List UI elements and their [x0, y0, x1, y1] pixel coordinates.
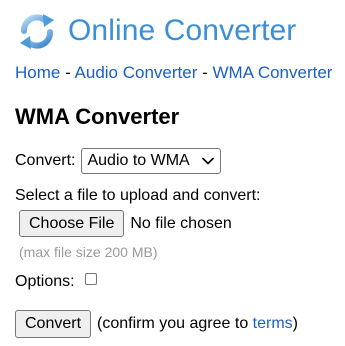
breadcrumb-separator: -: [197, 63, 213, 82]
site-title[interactable]: Online Converter: [68, 16, 296, 46]
choose-file-button[interactable]: Choose File: [19, 210, 125, 237]
breadcrumb: Home - Audio Converter - WMA Converter: [15, 63, 332, 83]
terms-link[interactable]: terms: [253, 315, 293, 332]
page: Online Converter Home - Audio Converter …: [0, 0, 345, 346]
options-checkbox[interactable]: [84, 273, 97, 285]
chevron-down-icon: [202, 157, 215, 165]
breadcrumb-audio-converter-link[interactable]: Audio Converter: [75, 63, 198, 82]
file-status: No file chosen: [130, 214, 232, 232]
convert-row: Convert: Audio to WMA: [15, 148, 222, 174]
options-label: Options:: [15, 273, 75, 290]
breadcrumb-wma-converter-link[interactable]: WMA Converter: [212, 63, 332, 82]
upload-label: Select a file to upload and convert:: [15, 187, 261, 204]
options-row: Options:: [15, 273, 97, 291]
convert-type-selected: Audio to WMA: [87, 152, 190, 169]
max-file-size-note: (max file size 200 MB): [19, 244, 158, 260]
convert-label: Convert:: [15, 152, 76, 169]
site-header[interactable]: Online Converter: [16, 9, 296, 53]
refresh-arrows-icon: [20, 14, 54, 49]
breadcrumb-home-link[interactable]: Home: [15, 63, 60, 82]
convert-type-select[interactable]: Audio to WMA: [81, 148, 222, 174]
breadcrumb-separator: -: [60, 63, 75, 82]
confirm-suffix: ): [292, 315, 298, 332]
submit-row: Convert (confirm you agree to terms): [15, 310, 298, 338]
confirm-prefix: (confirm you agree to: [97, 315, 253, 332]
confirm-text: (confirm you agree to terms): [97, 315, 298, 333]
file-input[interactable]: Choose File No file chosen: [19, 210, 232, 237]
convert-button[interactable]: Convert: [15, 310, 92, 338]
page-title: WMA Converter: [15, 104, 180, 129]
